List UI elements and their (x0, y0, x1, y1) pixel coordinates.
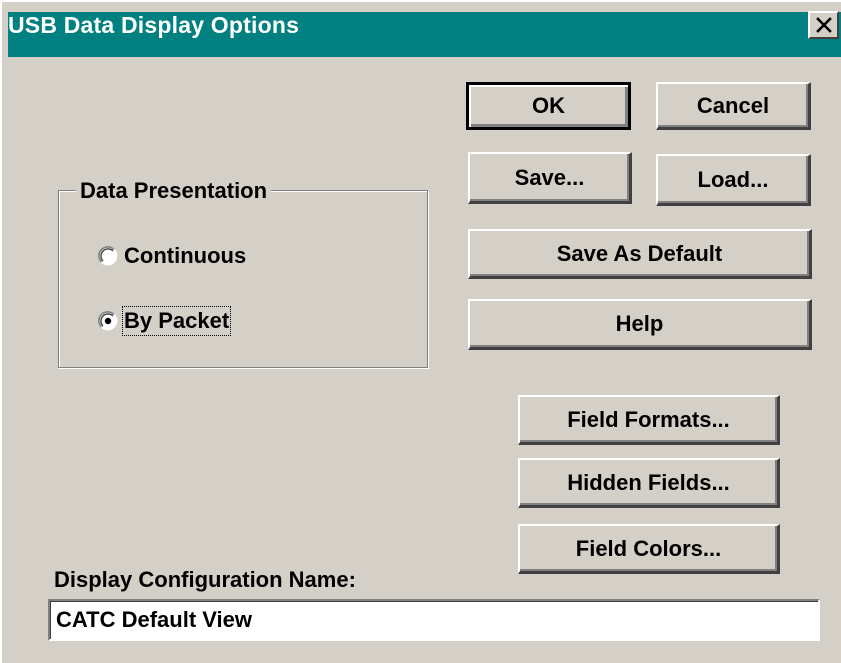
radio-continuous[interactable]: Continuous (98, 243, 246, 269)
help-button[interactable]: Help (468, 299, 812, 350)
radio-continuous-label: Continuous (124, 243, 247, 268)
load-button[interactable]: Load... (656, 154, 811, 206)
hidden-fields-button[interactable]: Hidden Fields... (518, 458, 780, 508)
field-formats-button[interactable]: Field Formats... (518, 395, 780, 445)
radio-by-packet[interactable]: By Packet (98, 306, 232, 336)
dialog-window: USB Data Display Options OK Cancel Save.… (0, 0, 841, 663)
radio-by-packet-label: By Packet (121, 306, 232, 336)
config-name-label: Display Configuration Name: (54, 567, 356, 592)
close-icon (815, 17, 832, 33)
radio-checked-icon (98, 311, 118, 331)
field-colors-button[interactable]: Field Colors... (518, 524, 780, 574)
cancel-button[interactable]: Cancel (656, 82, 811, 130)
radio-unchecked-icon (98, 246, 118, 266)
data-presentation-label: Data Presentation (76, 178, 272, 204)
save-button[interactable]: Save... (468, 152, 632, 204)
window-title: USB Data Display Options (8, 12, 300, 38)
ok-button[interactable]: OK (466, 82, 631, 130)
save-as-default-button[interactable]: Save As Default (468, 229, 812, 279)
config-name-input[interactable] (48, 599, 820, 641)
close-button[interactable] (808, 11, 839, 39)
data-presentation-group (58, 190, 428, 368)
